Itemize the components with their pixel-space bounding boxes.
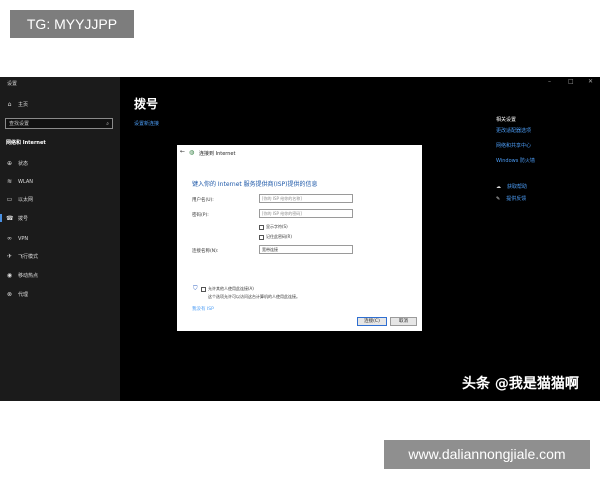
footer-site: www.daliannongjiale.com	[384, 440, 590, 469]
feedback-icon: ✎	[496, 195, 501, 202]
hotspot-icon: ◉	[6, 272, 13, 279]
sidebar-item-dialup[interactable]: ☎ 拨号	[6, 215, 28, 222]
shield-icon: ⛉	[193, 285, 198, 292]
back-arrow-icon[interactable]: ←	[180, 148, 185, 155]
settings-window: 设置 ⌂ 主页 查找设置 ⌕ 网络和 Internet ⊕ 状态 ≋ WLAN …	[0, 77, 600, 401]
search-placeholder: 查找设置	[9, 121, 30, 127]
page-title: 拨号	[134, 97, 159, 111]
dialog-title: 连接到 Internet	[199, 151, 236, 157]
vpn-icon: ∞	[7, 235, 12, 242]
show-characters-checkbox[interactable]: 显示字符(S)	[259, 224, 288, 230]
username-field[interactable]: [你的 ISP 给你的名称]	[259, 194, 353, 203]
help-link[interactable]: ☁ 获取帮助	[496, 183, 528, 191]
section-heading: 网络和 Internet	[6, 140, 46, 146]
checkbox-label: 允许其他人使用此连接(A)	[208, 286, 254, 291]
sidebar-item-label: 状态	[18, 161, 29, 167]
search-icon: ⌕	[106, 121, 109, 127]
sidebar-item-label: 飞行模式	[18, 254, 39, 260]
sidebar-item-hotspot[interactable]: ◉ 移动热点	[6, 272, 38, 279]
checkbox-label: 显示字符(S)	[266, 224, 288, 229]
no-isp-link[interactable]: 我没有 ISP	[192, 306, 214, 312]
sidebar-item-wlan[interactable]: ≋ WLAN	[6, 178, 33, 185]
close-button[interactable]: ✕	[588, 78, 593, 85]
sidebar-item-proxy[interactable]: ⊗ 代理	[6, 291, 28, 298]
connect-dialog: ← ◍ 连接到 Internet 键入你的 Internet 服务提供商(ISP…	[177, 145, 422, 331]
proxy-icon: ⊗	[6, 291, 13, 298]
sidebar-item-label: 拨号	[18, 216, 29, 222]
allow-others-checkbox[interactable]: 允许其他人使用此连接(A)	[201, 286, 254, 292]
allow-others-description: 这个选项允许可以访问这台计算机的人使用此连接。	[208, 294, 300, 299]
sidebar-item-label: WLAN	[18, 178, 34, 185]
adapter-options-link[interactable]: 更改适配器选项	[496, 127, 531, 134]
sidebar-item-vpn[interactable]: ∞ VPN	[6, 235, 28, 242]
sidebar-home-label: 主页	[18, 102, 29, 108]
search-input[interactable]: 查找设置 ⌕	[5, 118, 113, 129]
cancel-button[interactable]: 取消	[390, 317, 417, 326]
username-label: 用户名(U):	[192, 198, 214, 203]
checkbox-box	[201, 286, 206, 292]
minimize-button[interactable]: –	[548, 78, 551, 85]
sidebar-item-label: 以太网	[18, 197, 34, 203]
setup-new-connection-link[interactable]: 设置新连接	[134, 120, 159, 127]
selected-indicator	[0, 214, 2, 222]
help-label: 获取帮助	[507, 184, 528, 190]
overlay-tag: TG: MYYJJPP	[10, 10, 134, 38]
globe-icon: ⊕	[6, 160, 13, 167]
connect-button[interactable]: 连接(C)	[357, 317, 387, 326]
connection-name-label: 连接名称(N):	[192, 249, 219, 254]
related-settings-heading: 相关设置	[496, 117, 517, 123]
checkbox-label: 记住此密码(R)	[266, 234, 292, 239]
airplane-icon: ✈	[6, 253, 13, 260]
sidebar-item-status[interactable]: ⊕ 状态	[6, 160, 28, 167]
sidebar-item-airplane[interactable]: ✈ 飞行模式	[6, 253, 38, 260]
network-icon: ◍	[189, 149, 195, 156]
password-field[interactable]: [你的 ISP 给你的密码]	[259, 209, 353, 218]
maximize-button[interactable]: □	[568, 78, 574, 85]
dialog-heading: 键入你的 Internet 服务提供商(ISP)提供的信息	[192, 181, 318, 188]
dialup-icon: ☎	[6, 215, 14, 222]
checkbox-box	[259, 234, 264, 240]
sidebar-item-label: VPN	[18, 235, 29, 242]
remember-password-checkbox[interactable]: 记住此密码(R)	[259, 234, 292, 240]
ethernet-icon: ▭	[6, 196, 13, 203]
feedback-link[interactable]: ✎ 提供反馈	[496, 195, 527, 203]
feedback-label: 提供反馈	[506, 196, 527, 202]
checkbox-box	[259, 224, 264, 230]
sidebar: 设置 ⌂ 主页 查找设置 ⌕ 网络和 Internet ⊕ 状态 ≋ WLAN …	[0, 77, 120, 401]
home-icon: ⌂	[7, 101, 12, 108]
password-label: 密码(P):	[192, 213, 209, 218]
window-title: 设置	[7, 81, 18, 87]
help-icon: ☁	[496, 183, 501, 190]
wifi-icon: ≋	[6, 178, 13, 185]
firewall-link[interactable]: Windows 防火墙	[496, 157, 535, 164]
sidebar-item-label: 代理	[18, 292, 29, 298]
sidebar-item-ethernet[interactable]: ▭ 以太网	[6, 196, 33, 203]
connection-name-field[interactable]: 宽带连接	[259, 245, 353, 254]
sidebar-home[interactable]: ⌂ 主页	[6, 101, 28, 108]
sharing-center-link[interactable]: 网络和共享中心	[496, 142, 531, 149]
sidebar-item-label: 移动热点	[18, 273, 39, 279]
watermark: 头条 @我是猫猫啊	[462, 376, 579, 392]
